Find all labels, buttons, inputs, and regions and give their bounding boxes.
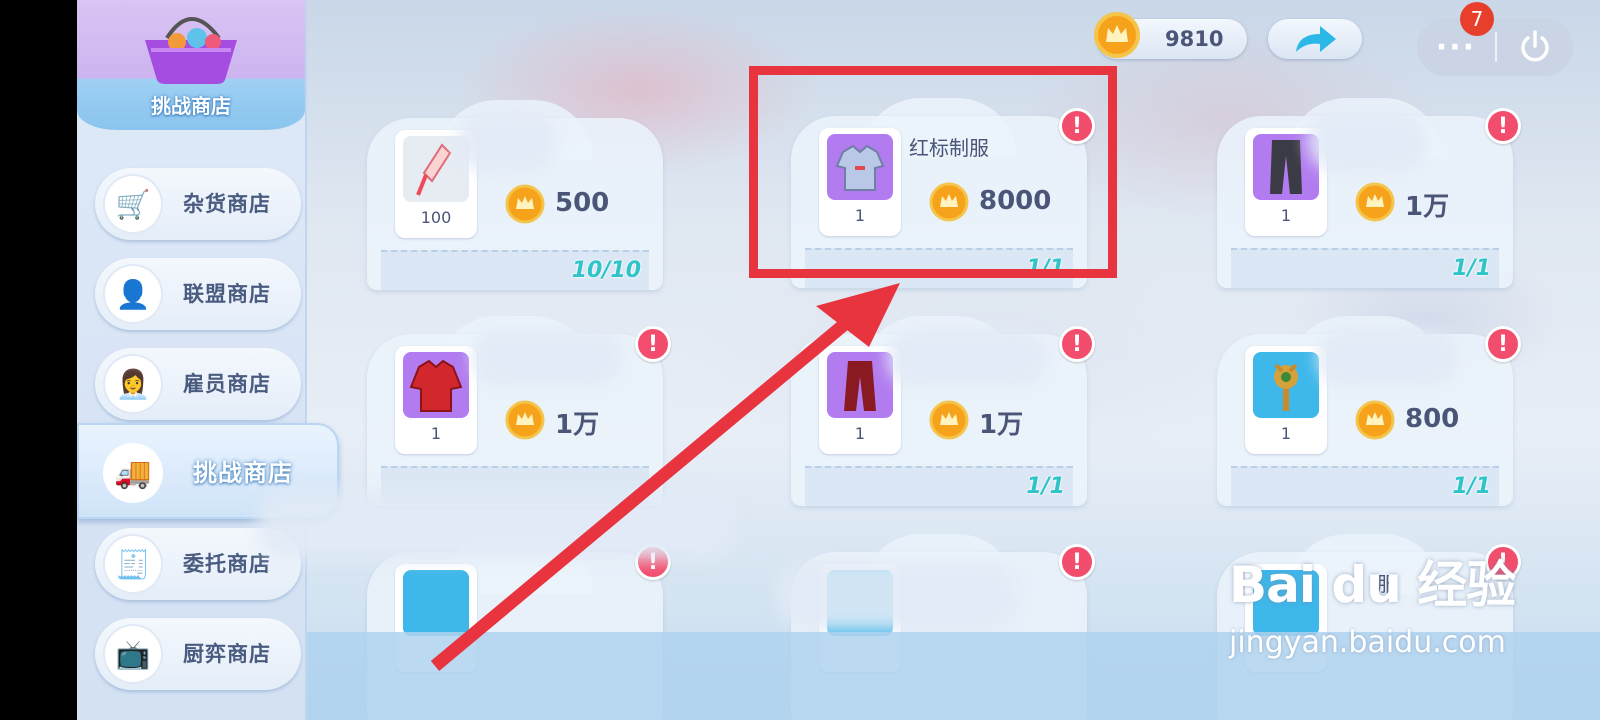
alert-icon: ! xyxy=(1485,326,1521,362)
share-arrow-icon xyxy=(1296,26,1336,52)
red-cape-icon xyxy=(827,352,893,418)
item-quantity: 1 xyxy=(1280,206,1292,225)
crown-coin-icon xyxy=(1094,12,1140,58)
sidebar-item-grocery-shop[interactable]: 🛒 杂货商店 xyxy=(95,168,301,240)
food-truck-icon: 🚚 xyxy=(103,443,163,503)
angel-wings-icon: 👤 xyxy=(105,266,161,322)
item-price: 1万 xyxy=(979,410,1024,440)
sidebar-item-label: 委托商店 xyxy=(183,552,271,576)
power-icon xyxy=(1521,30,1549,62)
item-slot: 1 xyxy=(1245,346,1327,454)
item-price: 800 xyxy=(1405,404,1460,434)
sidebar-item-label: 雇员商店 xyxy=(183,372,271,396)
crown-coin-icon xyxy=(505,400,545,440)
watermark-url: jingyan.baidu.com xyxy=(1229,625,1506,660)
item-quantity: 100 xyxy=(420,208,452,227)
shopping-basket-icon xyxy=(145,17,237,84)
shop-header-title: 挑战商店 xyxy=(151,94,231,118)
sidebar-item-employee-shop[interactable]: 👩‍💼 雇员商店 xyxy=(95,348,301,420)
decor-plant-icon xyxy=(1253,352,1319,418)
crown-coin-icon xyxy=(1355,182,1395,222)
item-quantity: 1 xyxy=(854,424,866,443)
power-button[interactable] xyxy=(1497,18,1573,76)
baidu-watermark: Bai du 经验 jingyan.baidu.com xyxy=(1229,545,1569,685)
alert-icon: ! xyxy=(1485,108,1521,144)
crown-coin-icon xyxy=(1355,400,1395,440)
sidebar-item-label: 厨弈商店 xyxy=(183,642,271,666)
item-price: 1万 xyxy=(555,410,600,440)
item-slot: 1 xyxy=(395,346,477,454)
cash-register-icon: 🧾 xyxy=(105,536,161,592)
sidebar-item-label: 杂货商店 xyxy=(183,192,271,216)
purchase-limit: 1/1 xyxy=(1452,256,1491,281)
shopping-cart-icon: 🛒 xyxy=(105,176,161,232)
item-price: 1万 xyxy=(1405,192,1450,222)
purchase-limit: 1/1 xyxy=(1452,474,1491,499)
plant-icon xyxy=(403,570,469,636)
sidebar-item-label: 联盟商店 xyxy=(183,282,271,306)
mini-program-capsule: ··· xyxy=(1417,18,1573,76)
notification-badge: 7 xyxy=(1460,2,1494,36)
tv-icon: 📺 xyxy=(105,626,161,682)
sidebar-item-alliance-shop[interactable]: 👤 联盟商店 xyxy=(95,258,301,330)
item-quantity: 1 xyxy=(430,424,442,443)
alert-icon: ! xyxy=(1059,544,1095,580)
highlight-box xyxy=(749,66,1117,278)
employee-avatar-icon: 👩‍💼 xyxy=(105,356,161,412)
crown-coin-icon xyxy=(505,184,545,224)
item-price: 500 xyxy=(555,188,610,218)
alert-icon: ! xyxy=(1059,326,1095,362)
watermark-logo: Bai du 经验 xyxy=(1229,556,1516,614)
sidebar-item-chef-shop[interactable]: 📺 厨弈商店 xyxy=(95,618,301,690)
red-chef-coat-icon xyxy=(403,352,469,418)
currency-display[interactable]: 9810 xyxy=(1094,12,1247,59)
currency-value: 9810 xyxy=(1165,27,1224,51)
item-quantity: 1 xyxy=(1280,424,1292,443)
shop-header: 挑战商店 xyxy=(77,0,305,130)
crown-coin-icon xyxy=(929,400,969,440)
purchase-limit: 10/10 xyxy=(571,258,641,283)
alert-icon: ! xyxy=(635,326,671,362)
sidebar-item-label: 挑战商店 xyxy=(193,459,293,487)
shop-sidebar: 挑战商店 🛒 杂货商店 👤 联盟商店 👩‍💼 雇员商店 🧾 委托商店 📺 厨弈商… xyxy=(77,0,307,720)
purchase-limit: 1/1 xyxy=(1026,474,1065,499)
share-button[interactable] xyxy=(1268,19,1362,59)
